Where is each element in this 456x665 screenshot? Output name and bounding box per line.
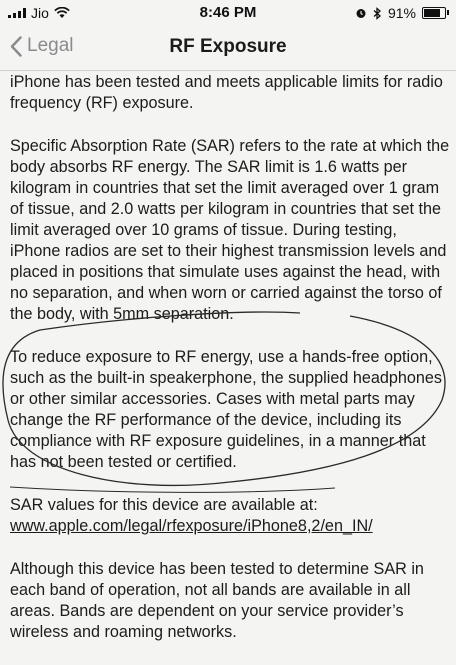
sar-values-paragraph: SAR values for this device are available… <box>10 495 450 537</box>
status-right: 91% <box>355 5 449 21</box>
battery-level <box>424 9 441 17</box>
page-title: RF Exposure <box>169 36 287 57</box>
reduce-exposure-paragraph: To reduce exposure to RF energy, use a h… <box>10 348 442 471</box>
rf-exposure-content: iPhone has been tested and meets applica… <box>10 72 450 665</box>
alarm-icon <box>356 9 366 18</box>
sar-values-link[interactable]: www.apple.com/legal/rfexposure/iPhone8,2… <box>10 517 373 535</box>
status-bar: Jio 8:46 PM 91% <box>0 0 456 26</box>
navigation-bar: Legal RF Exposure <box>0 26 456 71</box>
sar-values-text: SAR values for this device are available… <box>10 496 318 514</box>
battery-percent: 91% <box>387 5 416 21</box>
bluetooth-icon <box>373 6 381 20</box>
battery-icon <box>422 7 449 19</box>
sar-definition-paragraph: Specific Absorption Rate (SAR) refers to… <box>10 137 450 323</box>
intro-paragraph: iPhone has been tested and meets applica… <box>10 73 443 112</box>
bands-paragraph: Although this device has been tested to … <box>10 560 424 641</box>
